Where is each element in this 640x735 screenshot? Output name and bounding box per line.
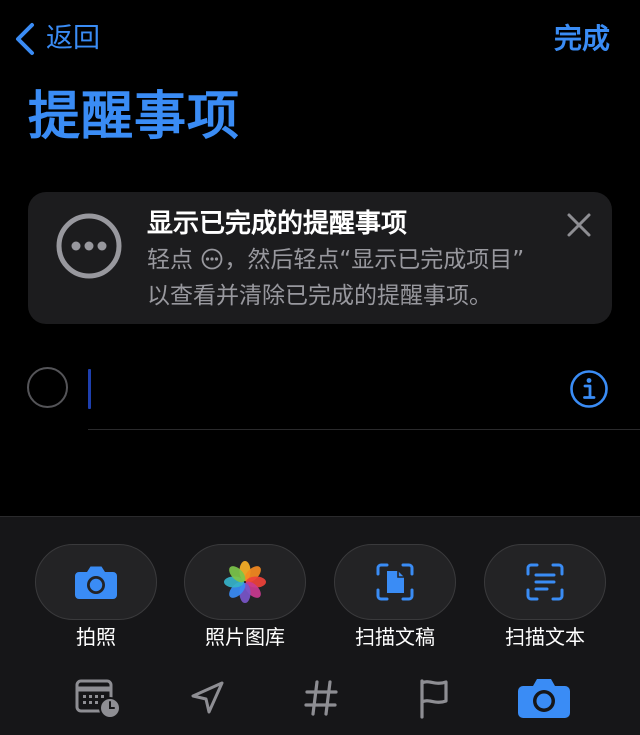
tag-icon: [304, 680, 338, 716]
tip-card: 显示已完成的提醒事项 轻点 ，然后轻点“显示已完成项目” 以查看并清除已完成的提…: [28, 192, 612, 324]
photo-library-label: 照片图库: [205, 625, 285, 649]
back-button[interactable]: 返回: [14, 20, 100, 58]
page-title: 提醒事项: [28, 87, 241, 147]
photos-icon: [224, 561, 266, 603]
toolbar-location-button[interactable]: [182, 673, 232, 723]
more-ellipsis-icon: [56, 213, 122, 279]
flag-icon: [420, 679, 448, 719]
row-separator: [88, 429, 640, 430]
scan-document-label: 扫描文稿: [355, 625, 435, 649]
close-icon[interactable]: [566, 212, 592, 238]
camera-icon: [75, 566, 117, 599]
camera-icon: [518, 679, 570, 718]
chevron-left-icon: [16, 23, 34, 55]
calendar-clock-icon: [75, 679, 121, 719]
tip-line-2: 以查看并清除已完成的提醒事项。: [147, 283, 492, 309]
toolbar-date-button[interactable]: [70, 673, 126, 723]
done-button[interactable]: 完成: [554, 20, 610, 58]
back-label: 返回: [46, 23, 100, 54]
take-photo-label: 拍照: [76, 625, 116, 649]
new-reminder-input[interactable]: [96, 365, 556, 411]
toolbar-camera-button[interactable]: [512, 673, 576, 723]
photo-library-button[interactable]: [184, 544, 306, 620]
tip-line-1-suffix: ，然后轻点“显示已完成项目”: [224, 247, 525, 273]
completion-circle[interactable]: [27, 367, 68, 408]
scan-document-button[interactable]: [334, 544, 456, 620]
take-photo-button[interactable]: [35, 544, 157, 620]
tip-line-1-prefix: 轻点: [147, 247, 193, 273]
toolbar-tag-button[interactable]: [296, 673, 346, 723]
scan-text-icon: [526, 563, 564, 601]
scan-document-icon: [376, 563, 414, 601]
inline-more-icon: [201, 248, 223, 270]
toolbar-flag-button[interactable]: [408, 673, 458, 723]
location-icon: [191, 681, 224, 714]
tip-title: 显示已完成的提醒事项: [147, 209, 408, 239]
scan-text-label: 扫描文本: [505, 625, 585, 649]
tip-line-1: 轻点 ，然后轻点“显示已完成项目”: [147, 244, 524, 276]
navigation-bar: 返回 完成: [0, 0, 640, 76]
info-icon[interactable]: [569, 369, 609, 409]
scan-text-button[interactable]: [484, 544, 606, 620]
text-cursor: [88, 369, 91, 409]
